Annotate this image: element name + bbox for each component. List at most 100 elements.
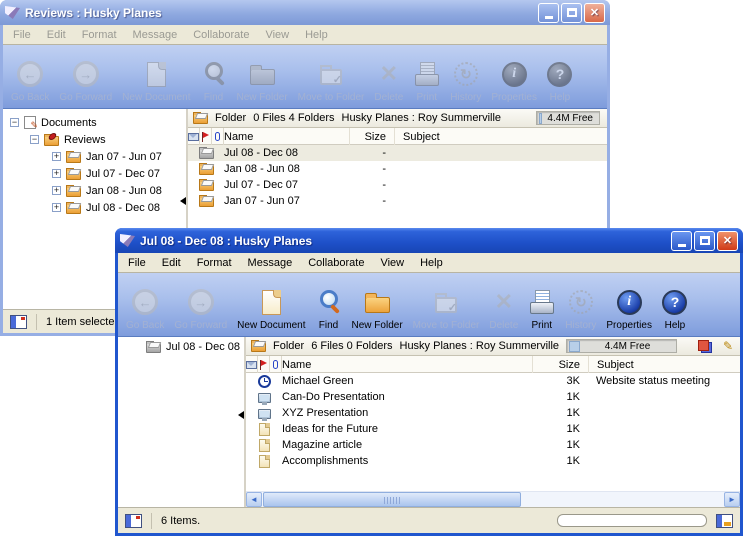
tree-node-reviews[interactable]: − Reviews	[3, 131, 186, 148]
scrollbar-thumb[interactable]	[263, 492, 521, 507]
menu-edit[interactable]: Edit	[154, 257, 189, 269]
tree-node-jul08[interactable]: + Jul 08 - Dec 08	[3, 199, 186, 216]
properties-button[interactable]: i Properties	[601, 277, 657, 333]
envelope-column-header[interactable]	[246, 356, 258, 373]
menu-help[interactable]: Help	[297, 29, 336, 41]
toggle-panel-right-icon[interactable]	[716, 514, 733, 528]
subject-column-header[interactable]: Subject	[588, 356, 740, 373]
table-row[interactable]: Ideas for the Future 1K	[246, 421, 740, 437]
help-button[interactable]: ? Help	[542, 49, 578, 105]
horizontal-scrollbar[interactable]: ◄ ►	[246, 491, 740, 507]
delete-icon: ✕	[495, 291, 513, 313]
titlebar[interactable]: Reviews : Husky Planes ✕	[0, 0, 610, 25]
attachment-column-header[interactable]	[212, 128, 224, 145]
table-row[interactable]: Michael Green 3K Website status meeting	[246, 373, 740, 389]
maximize-icon	[700, 236, 710, 245]
size-column-header[interactable]: Size	[532, 356, 588, 373]
menu-message[interactable]: Message	[125, 29, 186, 41]
properties-button[interactable]: i Properties	[486, 49, 542, 105]
delete-button[interactable]: ✕ Delete	[369, 49, 408, 105]
flag-column-header[interactable]	[258, 356, 270, 373]
table-row[interactable]: Jan 07 - Jun 07 -	[188, 193, 607, 209]
name-column-header[interactable]: Name	[282, 359, 532, 371]
new-folder-button[interactable]: New Folder	[347, 277, 408, 333]
titlebar[interactable]: Jul 08 - Dec 08 : Husky Planes ✕	[115, 228, 743, 253]
expand-icon[interactable]: +	[52, 169, 61, 178]
toggle-panel-icon[interactable]	[125, 514, 142, 528]
new-document-button[interactable]: New Document	[232, 277, 310, 333]
move-to-folder-button[interactable]: Move to Folder	[408, 277, 485, 333]
pane-collapse-arrow[interactable]	[180, 197, 186, 205]
tree-node-jul07[interactable]: + Jul 07 - Dec 07	[3, 165, 186, 182]
subject-column-header[interactable]: Subject	[394, 128, 607, 145]
close-button[interactable]: ✕	[717, 231, 738, 251]
layout-view-icon[interactable]	[698, 340, 712, 353]
tree-node-jan08[interactable]: + Jan 08 - Jun 08	[3, 182, 186, 199]
paperclip-icon	[215, 132, 220, 141]
menu-file[interactable]: File	[120, 257, 154, 269]
free-space-indicator: 4.4M Free	[566, 339, 677, 353]
scroll-left-icon[interactable]: ◄	[246, 492, 262, 507]
menu-format[interactable]: Format	[74, 29, 125, 41]
menu-collaborate[interactable]: Collaborate	[300, 257, 372, 269]
window-jul08-dec08: Jul 08 - Dec 08 : Husky Planes ✕ File Ed…	[115, 228, 743, 536]
collapse-icon[interactable]: −	[10, 118, 19, 127]
minimize-button[interactable]	[671, 231, 692, 251]
menu-format[interactable]: Format	[189, 257, 240, 269]
pane-collapse-arrow[interactable]	[238, 411, 244, 419]
table-row[interactable]: Jul 07 - Dec 07 -	[188, 177, 607, 193]
folder-counts: 6 Files 0 Folders	[311, 340, 392, 352]
tree-node-documents[interactable]: − Documents	[3, 114, 186, 131]
pencil-icon[interactable]: ✎	[723, 339, 733, 353]
go-back-button[interactable]: ← Go Back	[121, 277, 169, 333]
name-column-header[interactable]: Name	[224, 131, 349, 143]
expand-icon[interactable]: +	[52, 186, 61, 195]
expand-icon[interactable]: +	[52, 203, 61, 212]
envelope-column-header[interactable]	[188, 128, 200, 145]
history-button[interactable]: ↻ History	[445, 49, 486, 105]
sidebar-item-jul08[interactable]: Jul 08 - Dec 08	[118, 337, 244, 353]
menu-help[interactable]: Help	[412, 257, 451, 269]
help-button[interactable]: ? Help	[657, 277, 693, 333]
table-row[interactable]: Jul 08 - Dec 08 -	[188, 145, 607, 161]
menu-message[interactable]: Message	[240, 257, 301, 269]
close-button[interactable]: ✕	[584, 3, 605, 23]
flag-column-header[interactable]	[200, 128, 212, 145]
maximize-button[interactable]	[694, 231, 715, 251]
close-icon: ✕	[590, 6, 599, 19]
go-back-button[interactable]: ← Go Back	[6, 49, 54, 105]
list-pane: Folder 6 Files 0 Folders Husky Planes : …	[246, 337, 740, 507]
print-button[interactable]: Print	[523, 277, 560, 333]
delete-button[interactable]: ✕ Delete	[484, 277, 523, 333]
table-row[interactable]: XYZ Presentation 1K	[246, 405, 740, 421]
tree-node-jan07[interactable]: + Jan 07 - Jun 07	[3, 148, 186, 165]
move-to-folder-button[interactable]: Move to Folder	[293, 49, 370, 105]
go-forward-button[interactable]: → Go Forward	[54, 49, 117, 105]
maximize-button[interactable]	[561, 3, 582, 23]
menu-view[interactable]: View	[257, 29, 297, 41]
table-row[interactable]: Magazine article 1K	[246, 437, 740, 453]
table-row[interactable]: Jan 08 - Jun 08 -	[188, 161, 607, 177]
size-column-header[interactable]: Size	[349, 128, 394, 145]
find-button[interactable]: Find	[196, 49, 232, 105]
expand-icon[interactable]: +	[52, 152, 61, 161]
attachment-column-header[interactable]	[270, 356, 282, 373]
menu-collaborate[interactable]: Collaborate	[185, 29, 257, 41]
minimize-button[interactable]	[538, 3, 559, 23]
menu-edit[interactable]: Edit	[39, 29, 74, 41]
go-forward-button[interactable]: → Go Forward	[169, 277, 232, 333]
folder-info-bar: Folder 6 Files 0 Folders Husky Planes : …	[246, 337, 740, 356]
menu-view[interactable]: View	[372, 257, 412, 269]
history-button[interactable]: ↻ History	[560, 277, 601, 333]
new-folder-button[interactable]: New Folder	[232, 49, 293, 105]
folder-info-bar: Folder 0 Files 4 Folders Husky Planes : …	[188, 109, 607, 128]
toggle-panel-icon[interactable]	[10, 315, 27, 329]
find-button[interactable]: Find	[311, 277, 347, 333]
print-button[interactable]: Print	[408, 49, 445, 105]
scroll-right-icon[interactable]: ►	[724, 492, 740, 507]
table-row[interactable]: Can-Do Presentation 1K	[246, 389, 740, 405]
table-row[interactable]: Accomplishments 1K	[246, 453, 740, 469]
collapse-icon[interactable]: −	[30, 135, 39, 144]
new-document-button[interactable]: New Document	[117, 49, 195, 105]
menu-file[interactable]: File	[5, 29, 39, 41]
